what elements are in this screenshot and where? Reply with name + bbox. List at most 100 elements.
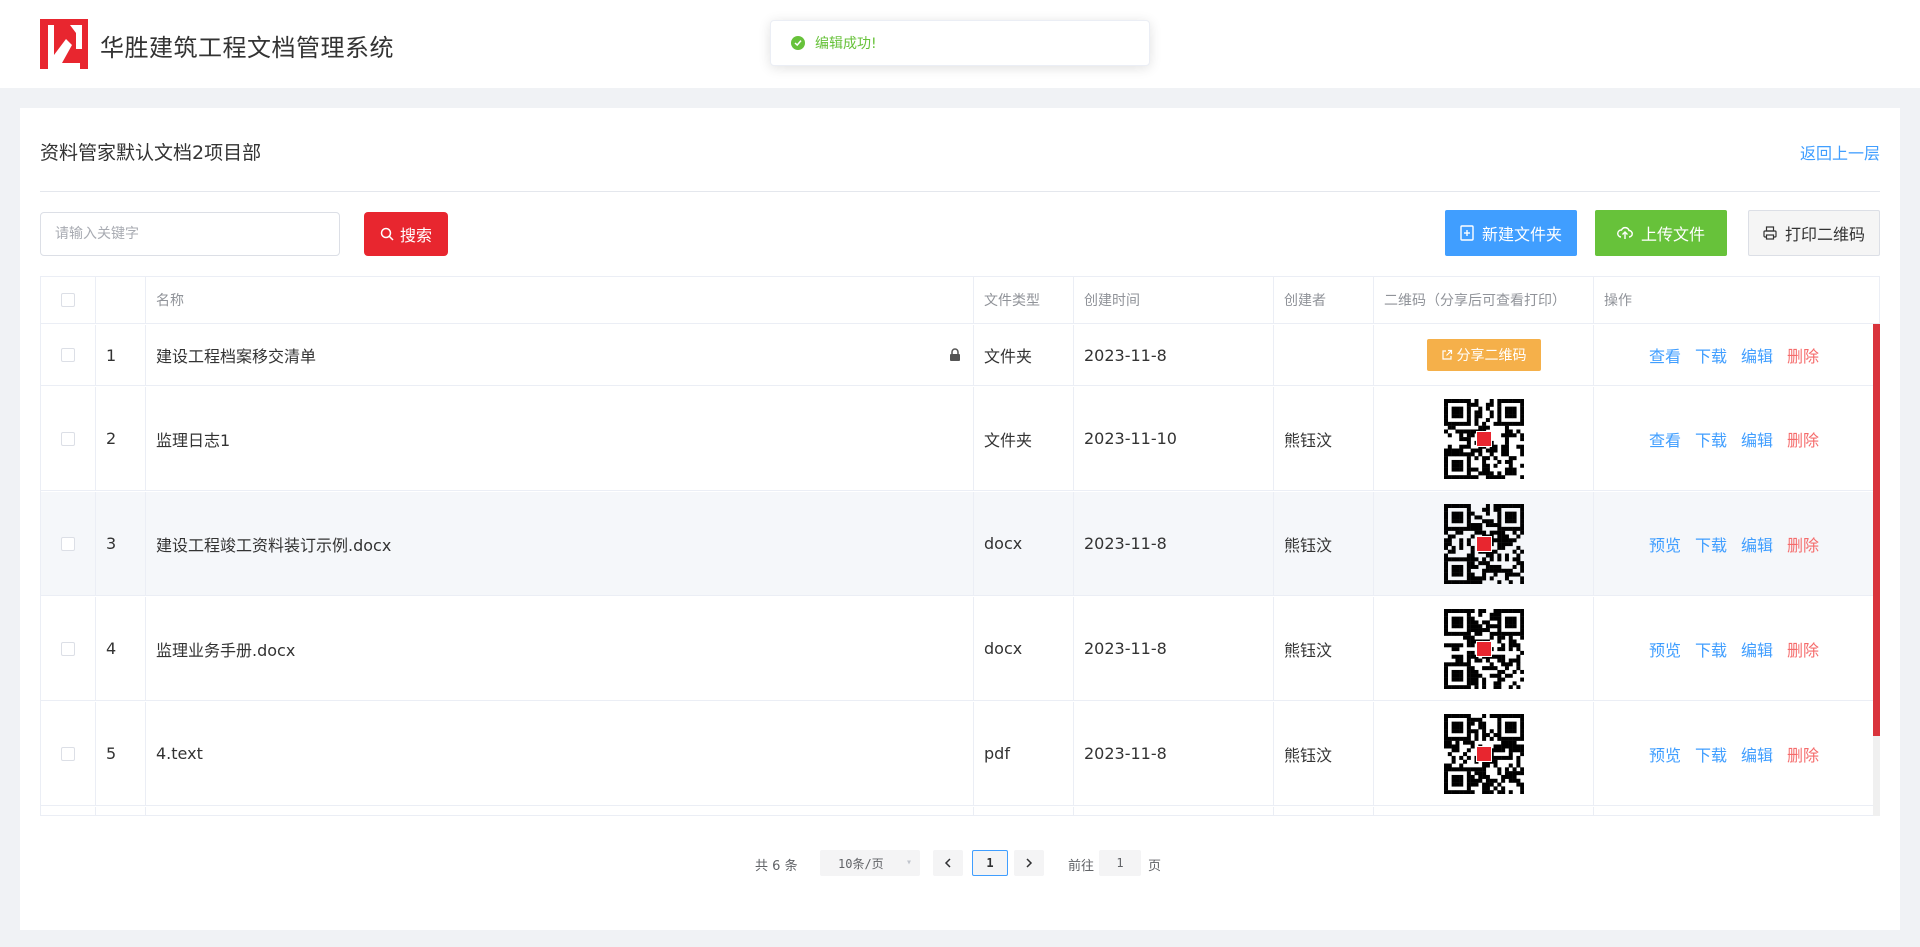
cloud-upload-icon [1617, 226, 1633, 239]
chevron-down-icon: ▾ [905, 857, 912, 868]
lock-icon [950, 348, 960, 361]
row-name-cell[interactable]: 4.text [146, 702, 974, 805]
file-type: pdf [974, 702, 1074, 805]
qr-code-icon[interactable] [1443, 713, 1524, 794]
upload-label: 上传文件 [1640, 225, 1705, 244]
table-row: 3 建设工程竣工资料装订示例.docx docx 2023-11-8 熊钰汶 预… [41, 492, 1879, 596]
chevron-left-icon [944, 858, 951, 868]
search-button[interactable]: 搜索 [364, 212, 448, 256]
file-name[interactable]: 4.text [156, 744, 203, 763]
row-index: 1 [96, 325, 146, 385]
actions-cell: 预览 下载 编辑 删除 [1594, 492, 1874, 595]
download-link[interactable]: 下载 [1695, 742, 1727, 766]
next-page-button[interactable] [1014, 850, 1044, 876]
download-link[interactable]: 下载 [1695, 427, 1727, 451]
column-header-qr: 二维码（分享后可查看打印） [1374, 277, 1594, 323]
delete-link[interactable]: 删除 [1787, 343, 1819, 367]
preview-link[interactable]: 预览 [1649, 742, 1681, 766]
qr-cell [1374, 492, 1594, 595]
delete-link[interactable]: 删除 [1787, 427, 1819, 451]
page-number-current[interactable]: 1 [972, 850, 1008, 876]
edit-link[interactable]: 编辑 [1741, 532, 1773, 556]
file-type: 文件夹 [974, 325, 1074, 385]
table-row: 5 4.text pdf 2023-11-8 熊钰汶 预览 下载 编辑 删除 [41, 702, 1879, 806]
view-link[interactable]: 查看 [1649, 427, 1681, 451]
chevron-right-icon [1026, 858, 1033, 868]
back-link[interactable]: 返回上一层 [1800, 140, 1880, 164]
row-name-cell[interactable]: 建设工程档案移交清单 [146, 325, 974, 385]
delete-link[interactable]: 删除 [1787, 637, 1819, 661]
share-qr-button[interactable]: 分享二维码 [1426, 339, 1541, 371]
row-index: 4 [96, 597, 146, 700]
toast-message: 编辑成功! [815, 36, 877, 52]
divider [40, 191, 1880, 192]
row-checkbox[interactable] [61, 348, 75, 362]
table-row [41, 807, 1879, 815]
row-checkbox[interactable] [61, 746, 75, 761]
edit-link[interactable]: 编辑 [1741, 742, 1773, 766]
print-qr-button[interactable]: 打印二维码 [1748, 210, 1880, 256]
qr-code-icon[interactable] [1443, 503, 1524, 584]
row-index: 2 [96, 387, 146, 490]
delete-link[interactable]: 删除 [1787, 742, 1819, 766]
content-card: 资料管家默认文档2项目部 返回上一层 搜索 新建文件夹 上传文件 打印二维码 名… [20, 108, 1900, 930]
qr-cell [1374, 387, 1594, 490]
qr-code-icon[interactable] [1443, 398, 1524, 479]
view-link[interactable]: 查看 [1649, 343, 1681, 367]
check-circle-icon [791, 36, 805, 50]
delete-link[interactable]: 删除 [1787, 532, 1819, 556]
row-checkbox[interactable] [61, 536, 75, 551]
file-name[interactable]: 建设工程竣工资料装订示例.docx [156, 532, 391, 556]
row-checkbox[interactable] [61, 641, 75, 656]
goto-page-input[interactable]: 1 [1099, 850, 1141, 876]
preview-link[interactable]: 预览 [1649, 532, 1681, 556]
actions-cell: 查看 下载 编辑 删除 [1594, 387, 1874, 490]
row-name-cell[interactable]: 监理业务手册.docx [146, 597, 974, 700]
column-header-created: 创建时间 [1074, 277, 1274, 323]
file-add-icon [1460, 225, 1474, 241]
edit-link[interactable]: 编辑 [1741, 343, 1773, 367]
table-row: 4 监理业务手册.docx docx 2023-11-8 熊钰汶 预览 下载 编… [41, 597, 1879, 701]
row-select-cell [41, 387, 96, 490]
upload-button[interactable]: 上传文件 [1595, 210, 1727, 256]
search-icon [380, 227, 394, 241]
page-suffix: 页 [1148, 859, 1162, 874]
select-all-cell [41, 277, 96, 323]
file-name[interactable]: 建设工程档案移交清单 [156, 343, 316, 367]
table-header: 名称 文件类型 创建时间 创建者 二维码（分享后可查看打印） 操作 [41, 277, 1879, 324]
share-icon [1441, 349, 1452, 360]
edit-link[interactable]: 编辑 [1741, 637, 1773, 661]
creator [1274, 325, 1374, 385]
file-name[interactable]: 监理日志1 [156, 427, 230, 451]
row-select-cell [41, 597, 96, 700]
search-input[interactable] [40, 212, 340, 256]
file-name[interactable]: 监理业务手册.docx [156, 637, 295, 661]
actions-cell: 查看 下载 编辑 删除 [1594, 325, 1874, 385]
preview-link[interactable]: 预览 [1649, 637, 1681, 661]
table-row: 2 监理日志1 文件夹 2023-11-10 熊钰汶 查看 下载 编辑 删除 [41, 387, 1879, 491]
creator: 熊钰汶 [1274, 597, 1374, 700]
download-link[interactable]: 下载 [1695, 343, 1727, 367]
column-header-type: 文件类型 [974, 277, 1074, 323]
page-size-select[interactable]: 10条/页 ▾ [820, 850, 920, 876]
goto-label: 前往 [1068, 859, 1095, 874]
download-link[interactable]: 下载 [1695, 637, 1727, 661]
pagination-total: 共 6 条 [755, 859, 798, 874]
qr-code-icon[interactable] [1443, 608, 1524, 689]
prev-page-button[interactable] [933, 850, 963, 876]
row-name-cell[interactable]: 建设工程竣工资料装订示例.docx [146, 492, 974, 595]
new-folder-label: 新建文件夹 [1481, 225, 1562, 244]
new-folder-button[interactable]: 新建文件夹 [1445, 210, 1577, 256]
select-all-checkbox[interactable] [61, 293, 75, 307]
share-qr-label: 分享二维码 [1456, 348, 1527, 364]
row-checkbox[interactable] [61, 431, 75, 446]
qr-cell [1374, 597, 1594, 700]
created-date: 2023-11-8 [1074, 702, 1274, 805]
table-scrollbar-thumb[interactable] [1873, 324, 1880, 736]
edit-link[interactable]: 编辑 [1741, 427, 1773, 451]
download-link[interactable]: 下载 [1695, 532, 1727, 556]
row-name-cell[interactable]: 监理日志1 [146, 387, 974, 490]
printer-icon [1763, 226, 1777, 240]
column-header-actions: 操作 [1604, 293, 1632, 309]
file-type: docx [974, 597, 1074, 700]
